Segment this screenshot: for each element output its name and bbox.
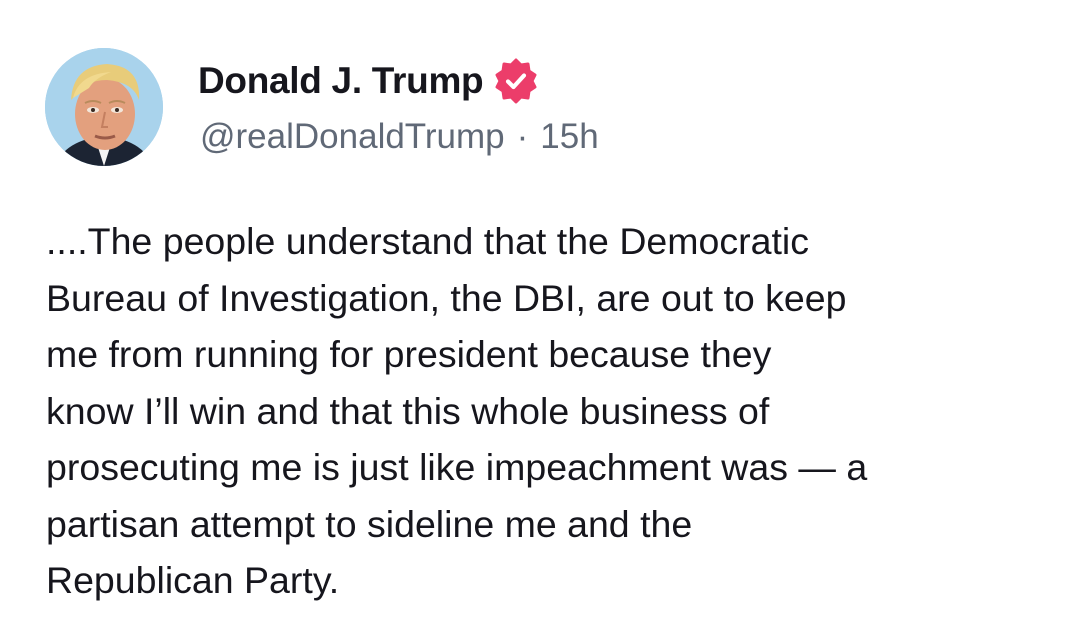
post-body-line: Republican Party.: [46, 559, 340, 601]
post-card: Donald J. Trump @realDonaldTrump · 15h .…: [0, 0, 1080, 631]
post-body-line: ....The people understand that the Democ…: [46, 220, 809, 262]
verified-badge-icon: [493, 58, 539, 104]
post-body-line: me from running for president because th…: [46, 333, 772, 375]
avatar[interactable]: [45, 48, 163, 166]
post-body: ....The people understand that the Democ…: [46, 213, 1056, 609]
meta-separator: ·: [516, 117, 529, 156]
author-row: Donald J. Trump: [198, 56, 539, 106]
post-meta: @realDonaldTrump · 15h: [200, 117, 599, 157]
post-body-line: Bureau of Investigation, the DBI, are ou…: [46, 276, 847, 319]
post-timestamp[interactable]: 15h: [540, 117, 598, 157]
post-body-line: prosecuting me is just like impeachment …: [46, 446, 868, 488]
author-handle[interactable]: @realDonaldTrump: [200, 117, 505, 157]
avatar-photo: [45, 48, 163, 166]
author-display-name[interactable]: Donald J. Trump: [198, 60, 484, 102]
post-body-line: know I’ll win and that this whole busine…: [46, 389, 770, 432]
post-body-line: partisan attempt to sideline me and the: [46, 502, 693, 545]
